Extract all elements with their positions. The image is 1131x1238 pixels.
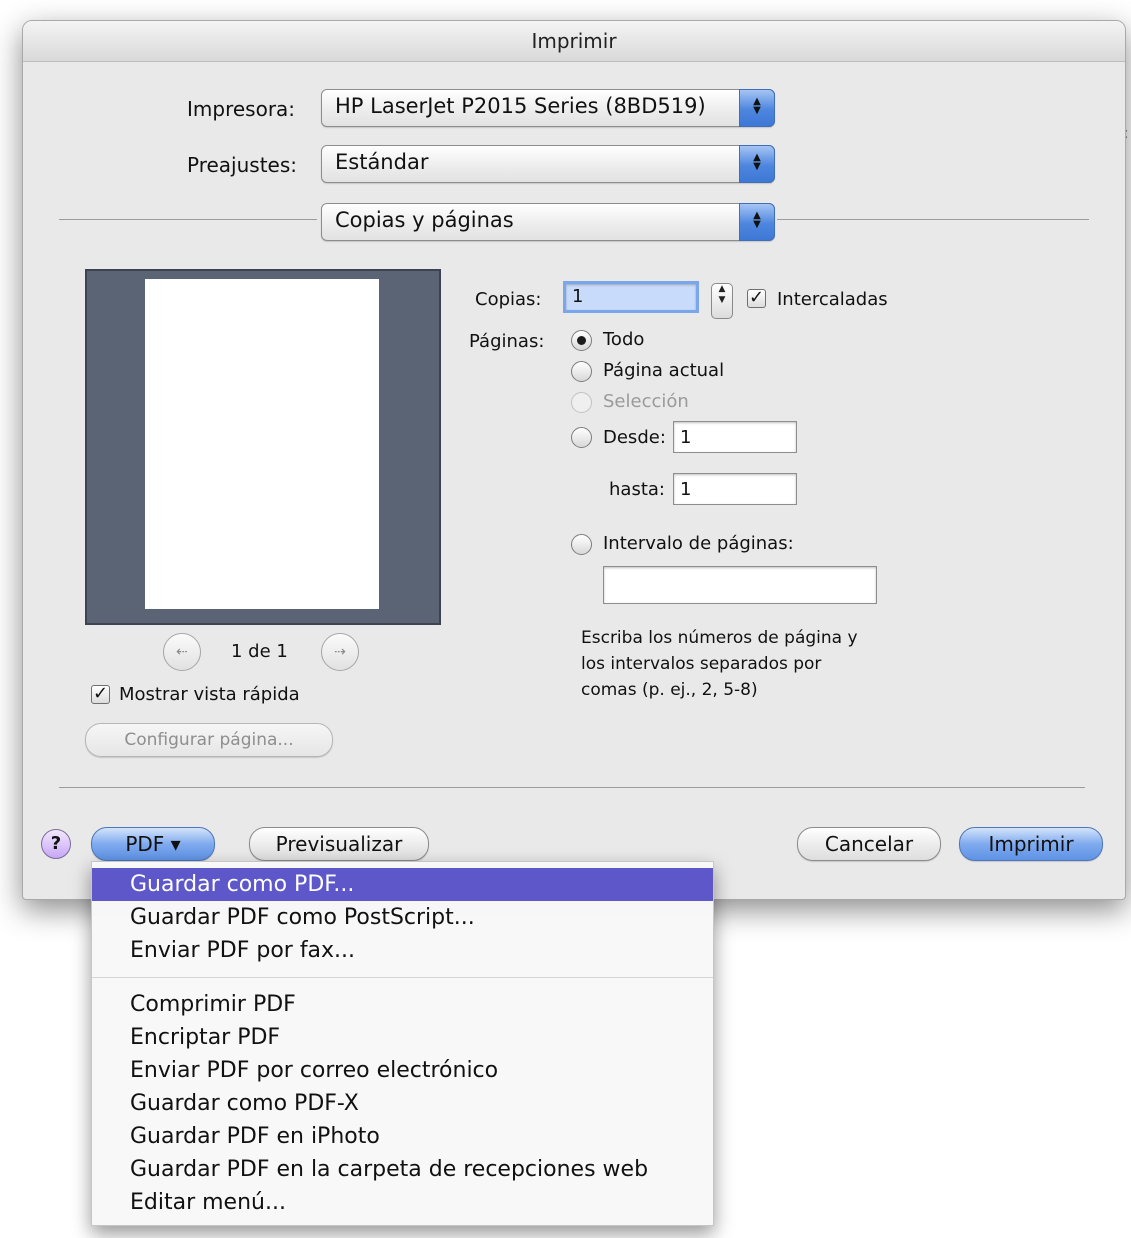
collated-checkbox[interactable]: ✓ [747, 289, 766, 308]
checkmark-icon: ✓ [92, 683, 109, 704]
previous-page-button[interactable]: ⇠ [163, 633, 201, 671]
pages-from-label: Desde: [603, 427, 666, 448]
presets-popup[interactable]: Estándar ▲ ▼ [321, 145, 775, 183]
page-preview [85, 269, 441, 625]
stepper-down-icon: ▼ [718, 295, 726, 305]
preview-page-sheet [145, 279, 379, 609]
printer-label: Impresora: [187, 97, 296, 121]
menu-item-save-as-postscript[interactable]: Guardar PDF como PostScript... [92, 901, 713, 934]
show-quick-view-checkbox[interactable]: ✓ [91, 685, 110, 704]
show-quick-view-label: Mostrar vista rápida [119, 684, 300, 705]
pages-selection-radio[interactable] [571, 392, 592, 413]
pages-current-radio[interactable] [571, 361, 592, 382]
title-bar[interactable]: Imprimir [23, 21, 1125, 62]
section-popup[interactable]: Copias y páginas ▲ ▼ [321, 203, 775, 241]
page-setup-button[interactable]: Configurar página... [85, 723, 333, 757]
pages-current-label: Página actual [603, 360, 725, 381]
arrow-left-icon: ⇠ [176, 644, 188, 660]
pages-from-field[interactable]: 1 [673, 421, 797, 453]
next-page-button[interactable]: ⇢ [321, 633, 359, 671]
pages-label: Páginas: [469, 331, 545, 352]
pages-all-radio[interactable] [571, 330, 592, 351]
pdf-dropdown-menu: Guardar como PDF... Guardar PDF como Pos… [91, 861, 714, 1226]
hint-line: comas (p. ej., 2, 5-8) [581, 680, 758, 700]
copies-label: Copias: [475, 289, 542, 310]
menu-item-save-as-pdf[interactable]: Guardar como PDF... [92, 868, 713, 901]
print-button[interactable]: Imprimir [959, 827, 1103, 861]
bottom-divider [59, 787, 1085, 788]
copies-field[interactable]: 1 [563, 281, 699, 313]
help-button[interactable]: ? [41, 829, 71, 859]
menu-separator [92, 977, 713, 978]
collated-label: Intercaladas [777, 289, 888, 310]
arrow-right-icon: ⇢ [334, 644, 346, 660]
checkmark-icon: ✓ [748, 287, 765, 308]
pages-all-label: Todo [603, 329, 645, 350]
window-title: Imprimir [531, 29, 617, 53]
menu-item-encrypt-pdf[interactable]: Encriptar PDF [92, 1021, 713, 1054]
pages-range-radio[interactable] [571, 534, 592, 555]
cancel-button[interactable]: Cancelar [797, 827, 941, 861]
menu-item-fax-pdf[interactable]: Enviar PDF por fax... [92, 934, 713, 967]
popup-arrows-icon: ▲ ▼ [739, 203, 775, 241]
preview-button[interactable]: Previsualizar [249, 827, 429, 861]
menu-item-save-pdf-x[interactable]: Guardar como PDF-X [92, 1087, 713, 1120]
pages-to-field[interactable]: 1 [673, 473, 797, 505]
pages-to-label: hasta: [609, 479, 665, 500]
menu-item-compress-pdf[interactable]: Comprimir PDF [92, 988, 713, 1021]
stepper-up-icon: ▲ [718, 284, 726, 294]
menu-item-edit-menu[interactable]: Editar menú... [92, 1186, 713, 1219]
popup-arrows-icon: ▲ ▼ [739, 89, 775, 127]
pdf-menu-button[interactable]: PDF ▾ [91, 827, 215, 861]
section-value: Copias y páginas [335, 208, 514, 232]
printer-value: HP LaserJet P2015 Series (8BD519) [335, 94, 706, 118]
section-divider-left [59, 219, 317, 220]
printer-popup[interactable]: HP LaserJet P2015 Series (8BD519) ▲ ▼ [321, 89, 775, 127]
presets-label: Preajustes: [187, 153, 298, 177]
copies-stepper[interactable]: ▲ ▼ [711, 283, 733, 319]
pages-selection-label: Selección [603, 391, 689, 412]
pages-range-hint: Escriba los números de página y los inte… [581, 625, 858, 703]
pages-from-radio[interactable] [571, 427, 592, 448]
popup-arrows-icon: ▲ ▼ [739, 145, 775, 183]
pages-range-label: Intervalo de páginas: [603, 533, 794, 554]
print-dialog: Imprimir Impresora: HP LaserJet P2015 Se… [22, 20, 1126, 900]
page-indicator: 1 de 1 [231, 641, 288, 662]
menu-item-mail-pdf[interactable]: Enviar PDF por correo electrónico [92, 1054, 713, 1087]
pages-range-field[interactable] [603, 566, 877, 604]
presets-value: Estándar [335, 150, 429, 174]
hint-line: los intervalos separados por [581, 654, 822, 674]
menu-item-save-to-web-receipts[interactable]: Guardar PDF en la carpeta de recepciones… [92, 1153, 713, 1186]
section-divider-right [777, 219, 1089, 220]
hint-line: Escriba los números de página y [581, 628, 858, 648]
menu-item-save-to-iphoto[interactable]: Guardar PDF en iPhoto [92, 1120, 713, 1153]
